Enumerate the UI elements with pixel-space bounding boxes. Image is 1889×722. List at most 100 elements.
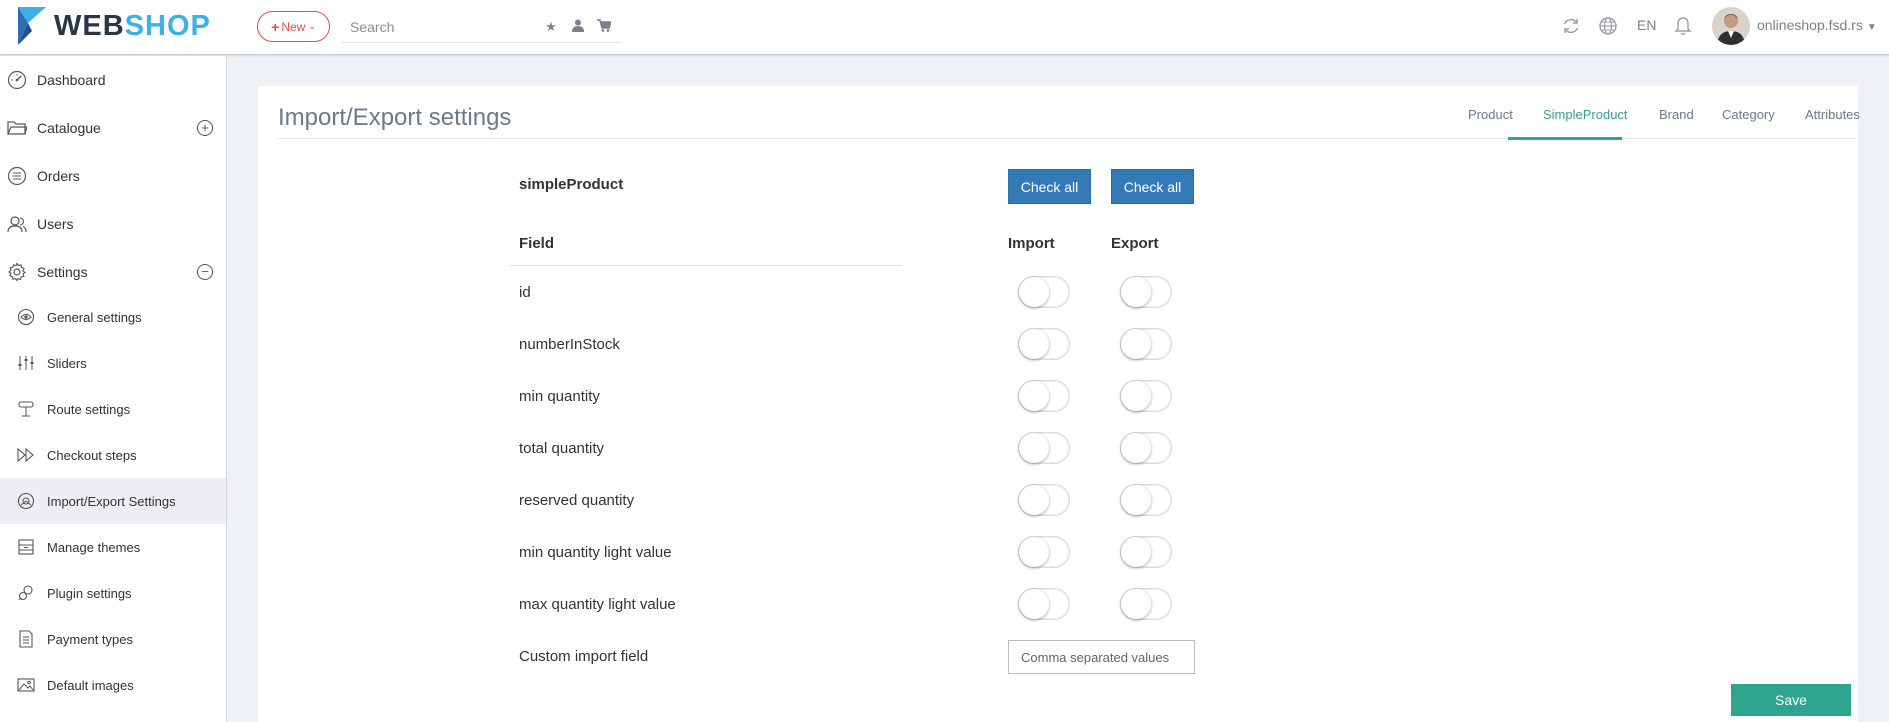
toggle-knob: [1121, 485, 1151, 515]
sidebar-subitem-default-images[interactable]: Default images: [0, 662, 226, 708]
tab-product[interactable]: Product: [1468, 107, 1513, 122]
export-toggle-total-quantity[interactable]: [1120, 432, 1172, 464]
field-label-max-quantity-light-value: max quantity light value: [519, 596, 676, 613]
dashboard-icon: [7, 70, 27, 90]
sidebar-subitem-label: General settings: [47, 309, 142, 325]
toggle-knob: [1121, 329, 1151, 359]
save-button[interactable]: Save: [1731, 684, 1851, 716]
toggle-knob: [1121, 589, 1151, 619]
logo-text-shop: SHOP: [124, 9, 211, 42]
sidebar-item-users[interactable]: Users: [0, 200, 226, 248]
export-toggle-max-quantity-light-value[interactable]: [1120, 588, 1172, 620]
import-toggle-min-quantity-light-value[interactable]: [1018, 536, 1070, 568]
users-icon: [7, 214, 27, 234]
star-icon[interactable]: ★: [543, 19, 559, 35]
tab-category[interactable]: Category: [1722, 107, 1775, 122]
sidebar-subitem-general-settings[interactable]: General settings: [0, 294, 226, 340]
avatar[interactable]: [1712, 7, 1750, 45]
folder-icon: [7, 118, 28, 138]
sidebar-subitem-manage-themes[interactable]: Manage themes: [0, 524, 226, 570]
expand-plus-icon[interactable]: +: [197, 120, 213, 136]
logo-text: WEBSHOP: [54, 10, 211, 43]
toggle-knob: [1019, 537, 1049, 567]
sidebar-item-settings[interactable]: Settings −: [0, 248, 226, 296]
sliders-icon: [17, 354, 35, 372]
sidebar-subitem-label: Import/Export Settings: [47, 493, 176, 509]
sidebar-subitem-plugin-settings[interactable]: Plugin settings: [0, 570, 226, 616]
export-toggle-numberinstock[interactable]: [1120, 328, 1172, 360]
field-label-min-quantity: min quantity: [519, 388, 600, 405]
toggle-knob: [1019, 433, 1049, 463]
collapse-minus-icon[interactable]: −: [197, 264, 213, 280]
page-title: Import/Export settings: [278, 104, 512, 131]
sidebar-subitem-label: Payment types: [47, 631, 133, 647]
export-toggle-min-quantity[interactable]: [1120, 380, 1172, 412]
sidebar-subitem-label: Plugin settings: [47, 585, 132, 601]
sidebar-subitem-payment-types[interactable]: Payment types: [0, 616, 226, 662]
sidebar-subitem-sliders[interactable]: Sliders: [0, 340, 226, 386]
section-title: simpleProduct: [519, 176, 624, 193]
check-all-import-button[interactable]: Check all: [1008, 169, 1091, 204]
toggle-knob: [1121, 381, 1151, 411]
plugin-icon: [17, 584, 35, 602]
sidebar-subitem-label: Manage themes: [47, 539, 141, 555]
image-icon: [17, 676, 35, 694]
field-label-min-quantity-light-value: min quantity light value: [519, 544, 672, 561]
sidebar-subitem-route-settings[interactable]: Route settings: [0, 386, 226, 432]
import-export-icon: [17, 492, 35, 510]
import-toggle-max-quantity-light-value[interactable]: [1018, 588, 1070, 620]
themes-icon: [17, 538, 35, 556]
active-tab-indicator: [1508, 137, 1622, 140]
globe-icon[interactable]: [1597, 15, 1619, 37]
import-toggle-numberinstock[interactable]: [1018, 328, 1070, 360]
sidebar-item-label: Catalogue: [37, 120, 101, 136]
tab-simpleproduct[interactable]: SimpleProduct: [1543, 107, 1628, 122]
sidebar-subitem-label: Checkout steps: [47, 447, 137, 463]
list-icon: [7, 166, 27, 186]
language-switcher[interactable]: EN: [1637, 17, 1656, 33]
webshop-logo[interactable]: WEBSHOP: [18, 6, 211, 46]
import-toggle-min-quantity[interactable]: [1018, 380, 1070, 412]
field-label-id: id: [519, 284, 531, 301]
new-button[interactable]: + New ⌄: [257, 11, 330, 42]
document-icon: [17, 630, 35, 648]
chevron-down-icon: ⌄: [308, 21, 316, 31]
sidebar-item-label: Orders: [37, 168, 80, 184]
field-label-total-quantity: total quantity: [519, 440, 605, 457]
sidebar-item-label: Users: [37, 216, 74, 232]
toggle-knob: [1121, 277, 1151, 307]
sidebar-item-orders[interactable]: Orders: [0, 152, 226, 200]
main-card: Import/Export settings Product SimplePro…: [258, 86, 1860, 722]
custom-import-input[interactable]: [1008, 640, 1195, 674]
check-all-export-button[interactable]: Check all: [1111, 169, 1194, 204]
export-toggle-id[interactable]: [1120, 276, 1172, 308]
bell-icon[interactable]: [1672, 15, 1694, 37]
tab-attributes[interactable]: Attributes: [1805, 107, 1860, 122]
import-toggle-total-quantity[interactable]: [1018, 432, 1070, 464]
user-icon[interactable]: [570, 19, 586, 35]
sidebar-item-dashboard[interactable]: Dashboard: [0, 56, 226, 104]
search-input[interactable]: [350, 16, 530, 38]
export-toggle-min-quantity-light-value[interactable]: [1120, 536, 1172, 568]
import-toggle-id[interactable]: [1018, 276, 1070, 308]
toggle-knob: [1019, 277, 1049, 307]
sidebar-subitem-checkout-steps[interactable]: Checkout steps: [0, 432, 226, 478]
column-header-export: Export: [1111, 235, 1159, 252]
caret-down-icon: ▼: [1866, 22, 1877, 33]
column-header-field: Field: [519, 235, 555, 252]
top-bar: WEBSHOP + New ⌄ ★ EN onlineshop.fsd.rs▼: [0, 0, 1889, 55]
sidebar-subitem-label: Route settings: [47, 401, 131, 417]
fast-forward-icon: [17, 446, 35, 464]
account-menu[interactable]: onlineshop.fsd.rs ▼: [1757, 17, 1877, 33]
table-header-divider: [510, 265, 902, 266]
export-toggle-reserved-quantity[interactable]: [1120, 484, 1172, 516]
cart-icon[interactable]: [596, 19, 613, 35]
tab-brand[interactable]: Brand: [1659, 107, 1694, 122]
refresh-icon[interactable]: [1560, 15, 1582, 37]
logo-mark-icon: [18, 7, 46, 45]
sidebar-item-catalogue[interactable]: Catalogue +: [0, 104, 226, 152]
sidebar-subitem-import-export-settings[interactable]: Import/Export Settings: [0, 478, 226, 524]
sidebar: Dashboard Catalogue + Orders Users Setti…: [0, 56, 227, 722]
toggle-knob: [1121, 537, 1151, 567]
import-toggle-reserved-quantity[interactable]: [1018, 484, 1070, 516]
